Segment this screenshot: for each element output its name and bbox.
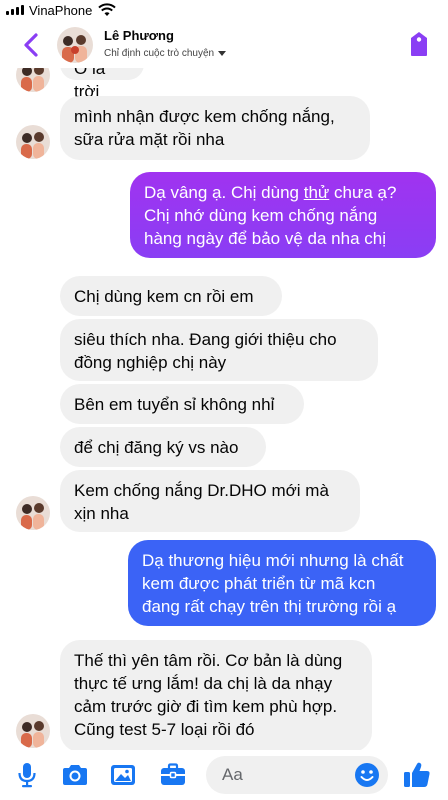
assign-conversation-label: Chỉ định cuộc trò chuyện (104, 48, 215, 59)
message-bubble-received[interactable]: mình nhận được kem chống nắng, sữa rửa m… (60, 96, 370, 160)
briefcase-button[interactable] (158, 760, 188, 790)
sender-avatar (16, 68, 50, 92)
message-bubble-received[interactable]: Bên em tuyển sỉ không nhỉ (60, 384, 304, 424)
sender-avatar (16, 714, 50, 748)
carrier-name: VinaPhone (29, 3, 93, 18)
message-bubble-received[interactable]: Ô la trời (60, 68, 144, 101)
message-bubble-received[interactable]: để chị đăng ký vs nào (60, 427, 266, 467)
message-list: Ô la trời mình nhận được kem chống nắng,… (0, 68, 448, 750)
thumbs-up-icon[interactable] (402, 760, 432, 790)
briefcase-icon (161, 763, 185, 785)
caret-down-icon (218, 50, 227, 56)
assign-conversation-dropdown[interactable]: Chỉ định cuộc trò chuyện (104, 48, 227, 59)
contact-avatar[interactable] (57, 27, 93, 63)
conversation-header: Lê Phương Chỉ định cuộc trò chuyện (0, 22, 448, 68)
sender-avatar (16, 496, 50, 530)
status-bar: VinaPhone (0, 0, 448, 22)
message-bubble-received[interactable]: Thế thì yên tâm rồi. Cơ bản là dùng thực… (60, 640, 372, 750)
microphone-button[interactable] (12, 760, 42, 790)
message-bubble-received[interactable]: siêu thích nha. Đang giới thiệu cho đồng… (60, 319, 378, 381)
tag-icon[interactable] (408, 30, 430, 58)
image-icon (111, 765, 135, 785)
emoji-smiley-icon[interactable] (354, 762, 380, 788)
camera-button[interactable] (60, 760, 90, 790)
contact-name[interactable]: Lê Phương (104, 28, 174, 43)
sender-avatar (16, 125, 50, 159)
microphone-icon (18, 763, 36, 788)
signal-icon (6, 5, 24, 15)
camera-icon (63, 765, 87, 785)
message-bubble-received[interactable]: Chị dùng kem cn rồi em (60, 276, 282, 316)
wifi-icon (98, 3, 116, 16)
message-bubble-sent[interactable]: Dạ vâng ạ. Chị dùng thử chưa ạ? Chị nhớ … (130, 172, 436, 258)
back-chevron-icon[interactable] (18, 30, 46, 60)
message-bubble-sent[interactable]: Dạ thương hiệu mới nhưng là chất kem đượ… (128, 540, 436, 626)
message-composer (0, 750, 448, 800)
gallery-button[interactable] (108, 760, 138, 790)
message-bubble-received[interactable]: Kem chống nắng Dr.DHO mới mà xịn nha (60, 470, 360, 532)
